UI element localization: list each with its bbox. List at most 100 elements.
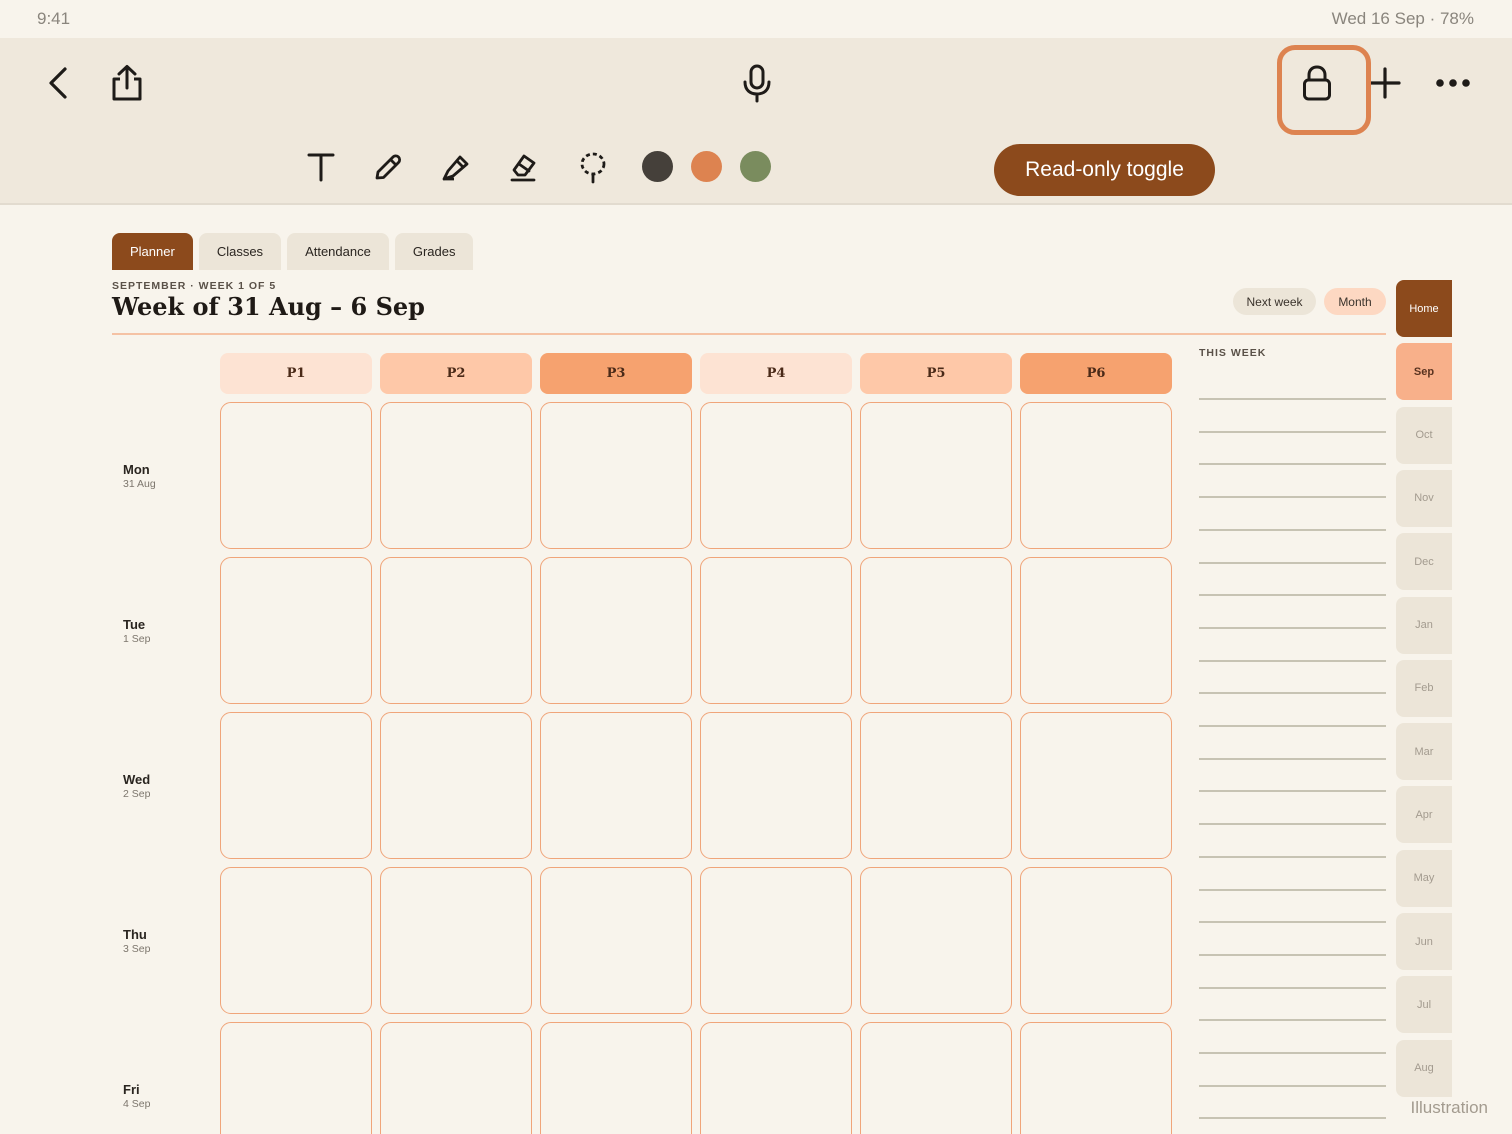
planner-cell[interactable]	[380, 712, 532, 859]
color-swatch-dark[interactable]	[642, 151, 673, 182]
planner-cell[interactable]	[860, 1022, 1012, 1134]
month-tab-mar[interactable]: Mar	[1396, 723, 1452, 781]
planner-cell[interactable]	[220, 1022, 372, 1134]
month-tab-feb[interactable]: Feb	[1396, 659, 1452, 717]
planner-cell[interactable]	[220, 712, 372, 859]
note-line	[1199, 1052, 1386, 1054]
planner-cell[interactable]	[1020, 402, 1172, 549]
period-header-p2: P2	[380, 353, 532, 394]
planner-cell[interactable]	[1020, 1022, 1172, 1134]
tab-attendance[interactable]: Attendance	[287, 233, 389, 270]
note-line	[1199, 758, 1386, 760]
microphone-icon[interactable]	[736, 62, 778, 104]
period-header-p1: P1	[220, 353, 372, 394]
month-tab-jan[interactable]: Jan	[1396, 596, 1452, 654]
note-line	[1199, 987, 1386, 989]
day-date: 1 Sep	[123, 633, 151, 645]
month-button[interactable]: Month	[1324, 288, 1386, 315]
planner-cell[interactable]	[380, 867, 532, 1014]
plus-icon[interactable]	[1366, 64, 1404, 102]
planner-cell[interactable]	[540, 1022, 692, 1134]
share-icon[interactable]	[106, 62, 148, 104]
week-subtitle: SEPTEMBER · WEEK 1 OF 5	[112, 280, 277, 292]
eraser-tool-icon[interactable]	[505, 148, 541, 186]
day-label: Mon 31 Aug	[123, 462, 156, 490]
color-swatch-orange[interactable]	[691, 151, 722, 182]
month-tab-may[interactable]: May	[1396, 849, 1452, 907]
month-tab-sep[interactable]: Sep	[1396, 343, 1452, 401]
illustration-label: Illustration	[1410, 1098, 1488, 1117]
planner-cell[interactable]	[700, 402, 852, 549]
lock-highlight-ring	[1277, 45, 1371, 135]
planner-cell[interactable]	[700, 1022, 852, 1134]
more-icon[interactable]	[1432, 68, 1474, 98]
text-tool-icon[interactable]	[303, 148, 339, 186]
month-tab-aug[interactable]: Aug	[1396, 1039, 1452, 1097]
period-header-p6: P6	[1020, 353, 1172, 394]
note-line	[1199, 921, 1386, 923]
note-line	[1199, 660, 1386, 662]
planner-cell[interactable]	[380, 1022, 532, 1134]
planner-cell[interactable]	[700, 867, 852, 1014]
month-tab-home[interactable]: Home	[1396, 280, 1452, 337]
month-tab-dec[interactable]: Dec	[1396, 533, 1452, 591]
month-tab-jul[interactable]: Jul	[1396, 976, 1452, 1034]
tab-classes[interactable]: Classes	[198, 233, 282, 270]
day-date: 4 Sep	[123, 1098, 151, 1110]
planner-cell[interactable]	[860, 867, 1012, 1014]
day-name: Fri	[123, 1082, 140, 1097]
planner-cell[interactable]	[380, 402, 532, 549]
planner-cell[interactable]	[540, 557, 692, 704]
planner-cell[interactable]	[220, 867, 372, 1014]
planner-cell[interactable]	[700, 557, 852, 704]
note-line	[1199, 725, 1386, 727]
planner-cell[interactable]	[220, 402, 372, 549]
note-line	[1199, 627, 1386, 629]
note-line	[1199, 594, 1386, 596]
day-label: Tue 1 Sep	[123, 617, 150, 645]
month-tab-oct[interactable]: Oct	[1396, 406, 1452, 464]
note-line	[1199, 954, 1386, 956]
section-tabs: Planner Classes Attendance Grades	[112, 233, 474, 270]
tab-planner[interactable]: Planner	[112, 233, 193, 270]
status-time: 9:41	[37, 9, 71, 28]
color-swatch-green[interactable]	[740, 151, 771, 182]
planner-cell[interactable]	[860, 712, 1012, 859]
planner-cell[interactable]	[860, 557, 1012, 704]
pen-tool-icon[interactable]	[370, 148, 406, 186]
tab-grades[interactable]: Grades	[394, 233, 474, 270]
note-line	[1199, 1085, 1386, 1087]
planner-cell[interactable]	[380, 557, 532, 704]
note-line	[1199, 823, 1386, 825]
day-name: Wed	[123, 772, 151, 787]
note-line	[1199, 856, 1386, 858]
planner-cell[interactable]	[220, 557, 372, 704]
lasso-tool-icon[interactable]	[575, 148, 611, 188]
chevron-left-icon[interactable]	[40, 64, 76, 102]
note-line	[1199, 496, 1386, 498]
day-name: Thu	[123, 927, 147, 942]
planner-cell[interactable]	[540, 712, 692, 859]
period-header-p5: P5	[860, 353, 1012, 394]
note-line	[1199, 1019, 1386, 1021]
planner-cell[interactable]	[700, 712, 852, 859]
planner-cell[interactable]	[540, 402, 692, 549]
planner-cell[interactable]	[860, 402, 1012, 549]
this-week-label: THIS WEEK	[1199, 347, 1267, 359]
month-tab-jun[interactable]: Jun	[1396, 913, 1452, 970]
month-tab-nov[interactable]: Nov	[1396, 469, 1452, 527]
planner-cell[interactable]	[1020, 867, 1172, 1014]
read-only-toggle-button[interactable]: Read-only toggle	[994, 144, 1215, 196]
next-week-button[interactable]: Next week	[1233, 288, 1316, 315]
highlighter-tool-icon[interactable]	[438, 148, 474, 186]
header-divider	[112, 333, 1386, 335]
month-tab-apr[interactable]: Apr	[1396, 786, 1452, 844]
note-line	[1199, 1117, 1386, 1119]
planner-cell[interactable]	[1020, 557, 1172, 704]
planner-cell[interactable]	[540, 867, 692, 1014]
day-name: Mon	[123, 462, 150, 477]
day-label: Thu 3 Sep	[123, 927, 150, 955]
day-label: Fri 4 Sep	[123, 1082, 150, 1110]
planner-cell[interactable]	[1020, 712, 1172, 859]
note-line	[1199, 529, 1386, 531]
